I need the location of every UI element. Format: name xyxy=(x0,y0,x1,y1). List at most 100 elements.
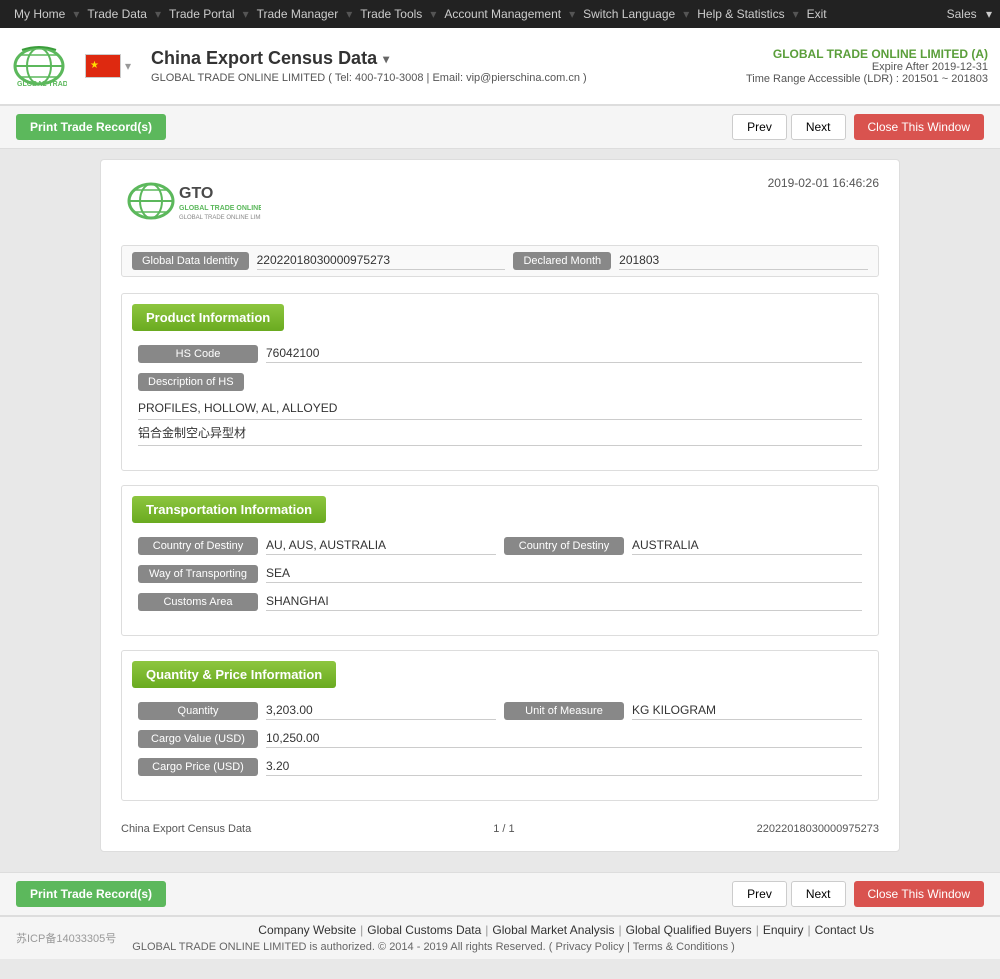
description-row: Description of HS PROFILES, HOLLOW, AL, … xyxy=(138,373,862,446)
way-transporting-row: Way of Transporting SEA xyxy=(138,565,862,583)
print-button-top[interactable]: Print Trade Record(s) xyxy=(16,114,166,140)
next-button-bottom[interactable]: Next xyxy=(791,881,846,907)
gto-icon: GLOBAL TRADE ONLINE LIMITED xyxy=(12,44,67,89)
global-data-identity-label: Global Data Identity xyxy=(132,252,249,270)
product-section-body: HS Code 76042100 Description of HS PROFI… xyxy=(122,339,878,470)
close-button-top[interactable]: Close This Window xyxy=(854,114,984,140)
description-label: Description of HS xyxy=(138,373,244,391)
country-dest-row: Country of Destiny AU, AUS, AUSTRALIA Co… xyxy=(138,537,862,555)
nav-account-management[interactable]: Account Management xyxy=(438,0,567,28)
logo-area: GLOBAL TRADE ONLINE LIMITED xyxy=(12,44,73,89)
cargo-price-row: Cargo Price (USD) 3.20 xyxy=(138,758,862,776)
footer-contact-us[interactable]: Contact Us xyxy=(815,923,874,937)
flag-area[interactable]: ★ ▾ xyxy=(85,54,131,78)
hs-code-row: HS Code 76042100 xyxy=(138,345,862,363)
prev-button-bottom[interactable]: Prev xyxy=(732,881,787,907)
nav-trade-manager[interactable]: Trade Manager xyxy=(251,0,345,28)
company-info: GLOBAL TRADE ONLINE LIMITED ( Tel: 400-7… xyxy=(151,72,746,84)
svg-text:GLOBAL TRADE ONLINE LIMITED: GLOBAL TRADE ONLINE LIMITED xyxy=(179,215,261,221)
title-dropdown-icon[interactable]: ▾ xyxy=(383,52,389,66)
footer-company-website[interactable]: Company Website xyxy=(258,923,356,937)
declared-month-value: 201803 xyxy=(619,253,868,270)
cargo-value-value: 10,250.00 xyxy=(266,731,862,748)
unit-label: Unit of Measure xyxy=(504,702,624,720)
transportation-section: Transportation Information Country of De… xyxy=(121,485,879,636)
description-cn-value: 铝合金制空心异型材 xyxy=(138,420,862,446)
quantity-row: Quantity 3,203.00 Unit of Measure KG KIL… xyxy=(138,702,862,720)
footer-global-qualified-buyers[interactable]: Global Qualified Buyers xyxy=(626,923,752,937)
country-dest2-label: Country of Destiny xyxy=(504,537,624,555)
way-value: SEA xyxy=(266,566,862,583)
ldr-range: Time Range Accessible (LDR) : 201501 ~ 2… xyxy=(746,73,988,85)
customs-value: SHANGHAI xyxy=(266,594,862,611)
main-content: GTO GLOBAL TRADE ONLINE GLOBAL TRADE ONL… xyxy=(0,149,1000,872)
declared-month-label: Declared Month xyxy=(513,252,611,270)
nav-trade-data[interactable]: Trade Data xyxy=(81,0,153,28)
footer-enquiry[interactable]: Enquiry xyxy=(763,923,804,937)
header-bar: GLOBAL TRADE ONLINE LIMITED ★ ▾ China Ex… xyxy=(0,28,1000,106)
bottom-action-bar: Print Trade Record(s) Prev Next Close Th… xyxy=(0,872,1000,916)
flag-dropdown-icon[interactable]: ▾ xyxy=(125,59,131,73)
record-footer-left: China Export Census Data xyxy=(121,823,251,835)
customs-area-row: Customs Area SHANGHAI xyxy=(138,593,862,611)
nav-buttons-bottom: Prev Next xyxy=(732,881,845,907)
title-area: China Export Census Data ▾ GLOBAL TRADE … xyxy=(151,48,746,84)
identity-row: Global Data Identity 2202201803000097527… xyxy=(121,245,879,277)
footer-links: Company Website | Global Customs Data | … xyxy=(132,923,1000,937)
transportation-section-body: Country of Destiny AU, AUS, AUSTRALIA Co… xyxy=(122,531,878,635)
product-section: Product Information HS Code 76042100 Des… xyxy=(121,293,879,471)
cargo-value-label: Cargo Value (USD) xyxy=(138,730,258,748)
record-footer-center: 1 / 1 xyxy=(493,823,514,835)
nav-buttons-top: Prev Next xyxy=(732,114,845,140)
top-nav: My Home ▾ Trade Data ▾ Trade Portal ▾ Tr… xyxy=(0,0,1000,28)
prev-button-top[interactable]: Prev xyxy=(732,114,787,140)
cargo-price-value: 3.20 xyxy=(266,759,862,776)
close-button-bottom[interactable]: Close This Window xyxy=(854,881,984,907)
next-button-top[interactable]: Next xyxy=(791,114,846,140)
china-flag: ★ xyxy=(85,54,121,78)
quantity-section: Quantity & Price Information Quantity 3,… xyxy=(121,650,879,801)
country-dest-label: Country of Destiny xyxy=(138,537,258,555)
record-header: GTO GLOBAL TRADE ONLINE GLOBAL TRADE ONL… xyxy=(121,176,879,229)
nav-trade-portal[interactable]: Trade Portal xyxy=(163,0,241,28)
header-right: GLOBAL TRADE ONLINE LIMITED (A) Expire A… xyxy=(746,47,988,85)
quantity-section-header: Quantity & Price Information xyxy=(132,661,336,688)
customs-label: Customs Area xyxy=(138,593,258,611)
record-timestamp: 2019-02-01 16:46:26 xyxy=(768,176,879,190)
company-link[interactable]: GLOBAL TRADE ONLINE LIMITED (A) xyxy=(746,47,988,61)
nav-my-home[interactable]: My Home xyxy=(8,0,71,28)
quantity-section-body: Quantity 3,203.00 Unit of Measure KG KIL… xyxy=(122,696,878,800)
country-dest2-value: AUSTRALIA xyxy=(632,538,862,555)
quantity-label: Quantity xyxy=(138,702,258,720)
description-en-value: PROFILES, HOLLOW, AL, ALLOYED xyxy=(138,397,862,420)
print-button-bottom[interactable]: Print Trade Record(s) xyxy=(16,881,166,907)
nav-trade-tools[interactable]: Trade Tools xyxy=(354,0,428,28)
footer-links-area: Company Website | Global Customs Data | … xyxy=(132,923,1000,953)
record-logo: GTO GLOBAL TRADE ONLINE GLOBAL TRADE ONL… xyxy=(121,176,261,229)
svg-text:GLOBAL TRADE ONLINE LIMITED: GLOBAL TRADE ONLINE LIMITED xyxy=(17,81,67,88)
unit-value: KG KILOGRAM xyxy=(632,703,862,720)
quantity-value: 3,203.00 xyxy=(266,703,496,720)
gto-logo: GLOBAL TRADE ONLINE LIMITED xyxy=(12,44,73,89)
product-section-header: Product Information xyxy=(132,304,284,331)
nav-exit[interactable]: Exit xyxy=(801,0,833,28)
footer-global-market-analysis[interactable]: Global Market Analysis xyxy=(492,923,614,937)
top-action-bar: Print Trade Record(s) Prev Next Close Th… xyxy=(0,106,1000,149)
global-data-identity-value: 22022018030000975273 xyxy=(257,253,506,270)
way-label: Way of Transporting xyxy=(138,565,258,583)
hs-code-label: HS Code xyxy=(138,345,258,363)
record-card: GTO GLOBAL TRADE ONLINE GLOBAL TRADE ONL… xyxy=(100,159,900,852)
nav-switch-language[interactable]: Switch Language xyxy=(577,0,681,28)
cargo-price-label: Cargo Price (USD) xyxy=(138,758,258,776)
record-footer-right: 22022018030000975273 xyxy=(757,823,879,835)
page-title: China Export Census Data ▾ xyxy=(151,48,746,69)
icp-number: 苏ICP备14033305号 xyxy=(0,926,132,950)
hs-code-value: 76042100 xyxy=(266,346,862,363)
svg-text:GTO: GTO xyxy=(179,185,213,202)
nav-help-statistics[interactable]: Help & Statistics xyxy=(691,0,790,28)
footer-copyright: GLOBAL TRADE ONLINE LIMITED is authorize… xyxy=(132,941,1000,953)
country-dest-value: AU, AUS, AUSTRALIA xyxy=(266,538,496,555)
expire-date: Expire After 2019-12-31 xyxy=(746,61,988,73)
transportation-section-header: Transportation Information xyxy=(132,496,326,523)
footer-global-customs-data[interactable]: Global Customs Data xyxy=(367,923,481,937)
